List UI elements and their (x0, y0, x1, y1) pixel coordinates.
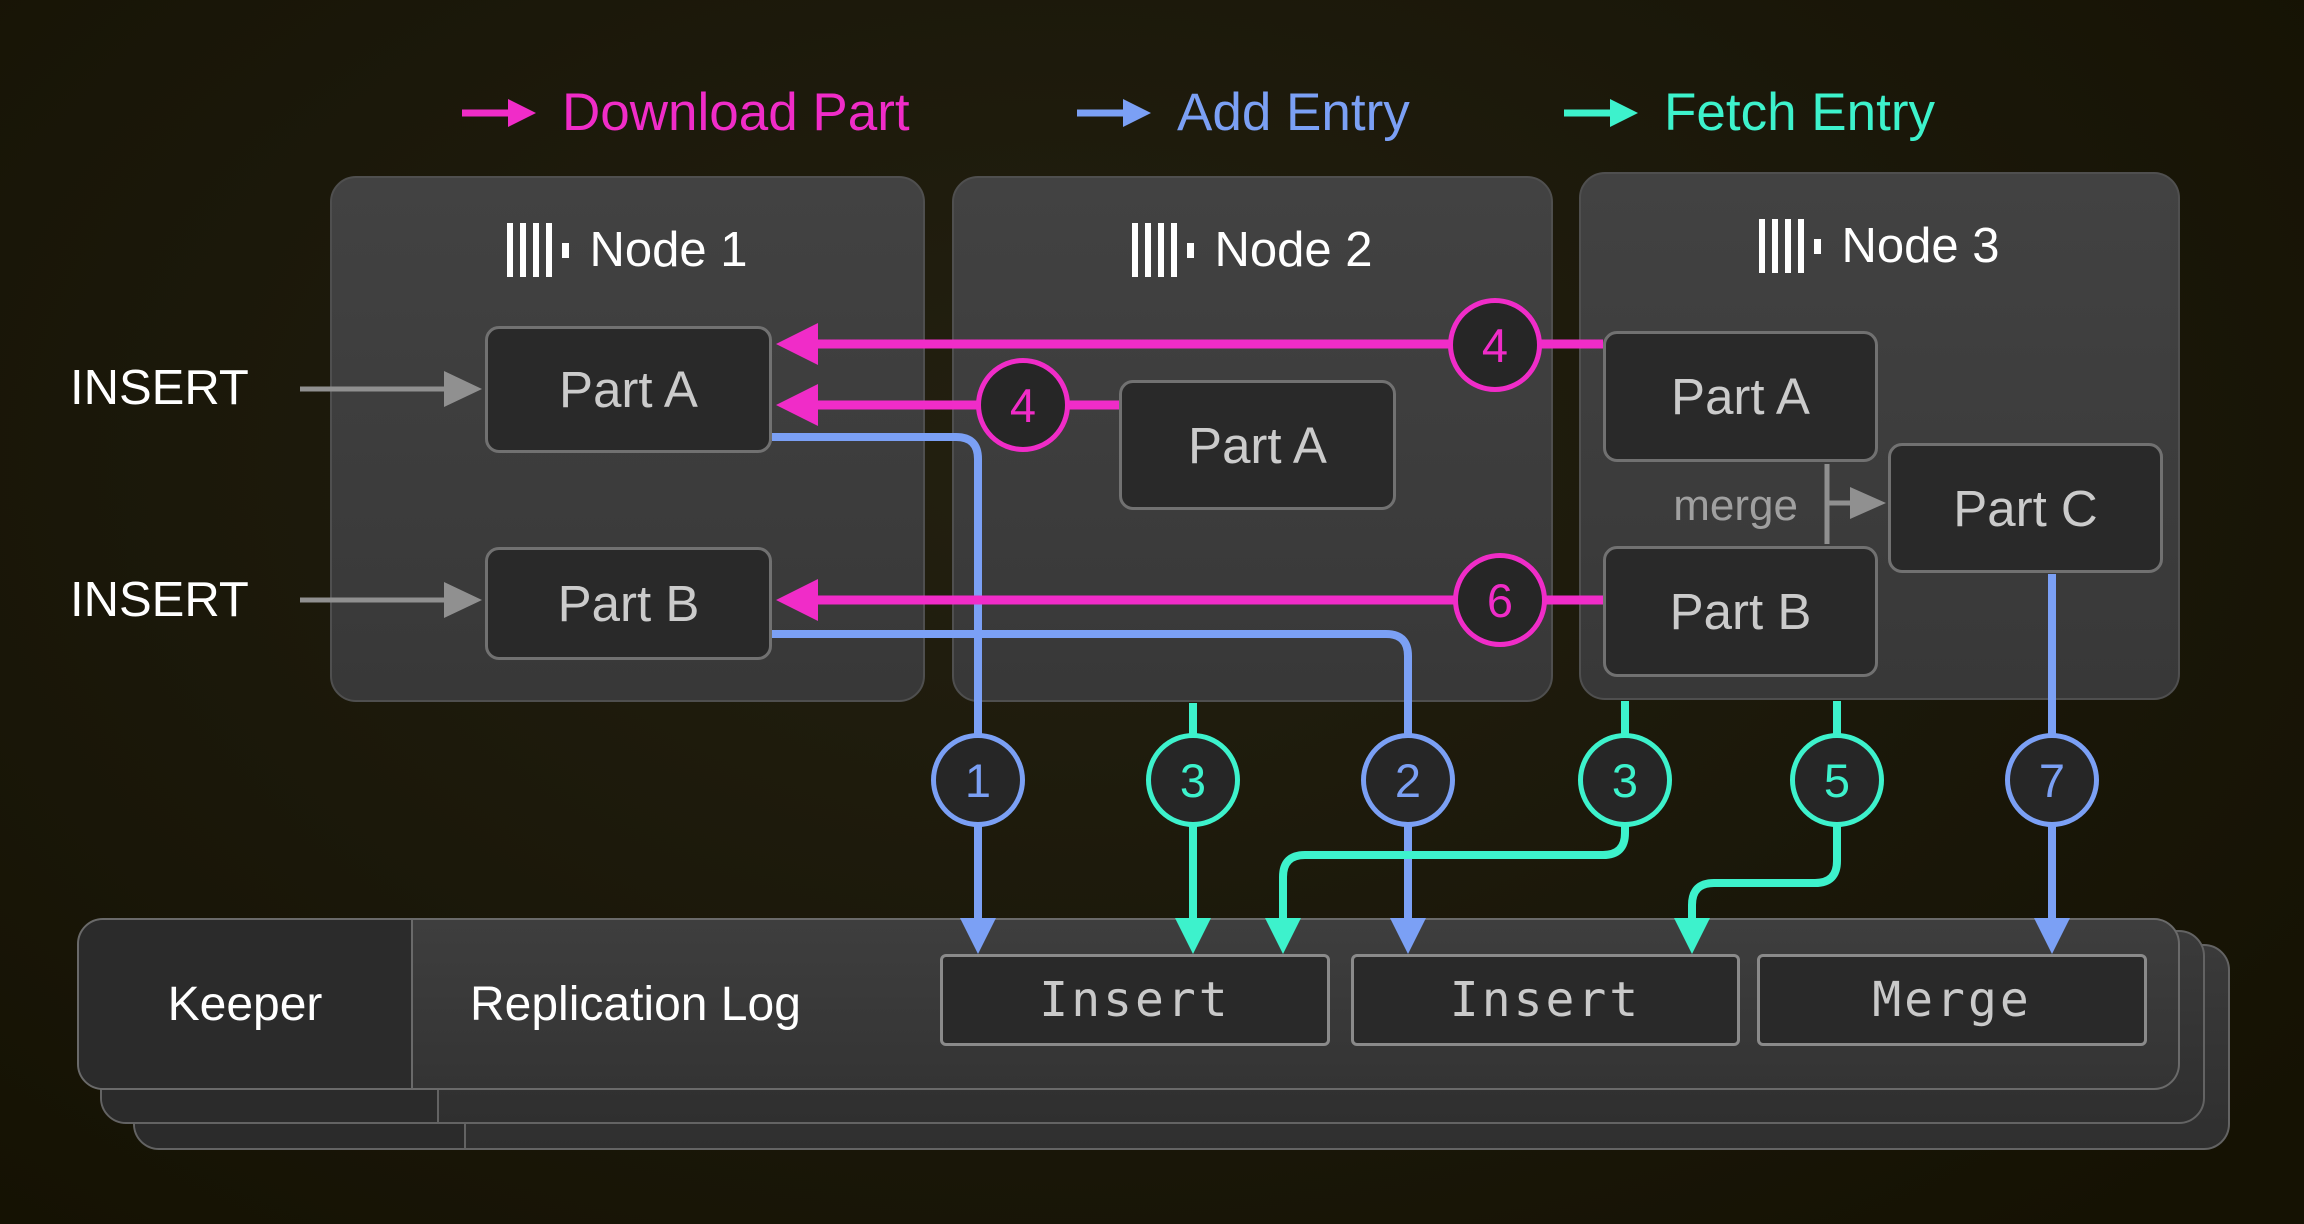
insert-label-1: INSERT (70, 360, 249, 416)
replication-log-title: Replication Log (470, 920, 801, 1088)
log-entry-merge: Merge (1757, 954, 2147, 1046)
step-badge-1: 1 (931, 733, 1025, 827)
step-badge-4-node2: 4 (976, 358, 1070, 452)
log-entry-merge-label: Merge (1872, 972, 2032, 1028)
legend-item-add-entry: Add Entry (1075, 82, 1410, 143)
replication-diagram: Download Part Add Entry Fetch Entry Node… (0, 0, 2304, 1224)
step-badge-7: 7 (2005, 733, 2099, 827)
keeper-box: Keeper (79, 920, 413, 1088)
step-badge-6: 6 (1453, 553, 1547, 647)
fetch-entry-arrow-icon (1562, 95, 1640, 131)
node3-part-a-label: Part A (1671, 367, 1810, 426)
node-3-header: Node 3 (1579, 218, 2180, 274)
legend-label-fetch-entry: Fetch Entry (1664, 82, 1935, 143)
log-entry-insert-1: Insert (940, 954, 1330, 1046)
log-entry-insert-1-label: Insert (1039, 972, 1230, 1028)
node1-part-a-label: Part A (559, 360, 698, 419)
fetch-entry-line-3-node3 (1283, 701, 1625, 918)
step-badge-3-node2: 3 (1146, 733, 1240, 827)
node2-part-a-box: Part A (1119, 380, 1396, 510)
step-badge-5: 5 (1790, 733, 1884, 827)
download-part-arrow-icon (460, 95, 538, 131)
log-entry-insert-2: Insert (1351, 954, 1740, 1046)
keeper-label: Keeper (168, 977, 323, 1032)
insert-label-2: INSERT (70, 572, 249, 628)
log-entry-insert-2-label: Insert (1450, 972, 1641, 1028)
node-2-header: Node 2 (952, 222, 1553, 278)
node3-part-b-box: Part B (1603, 546, 1878, 677)
step-badge-4-node3: 4 (1448, 298, 1542, 392)
clickhouse-bars-icon (507, 223, 569, 277)
step-badge-3-node3: 3 (1578, 733, 1672, 827)
node3-part-a-box: Part A (1603, 331, 1878, 462)
node1-part-a-box: Part A (485, 326, 772, 453)
node1-part-b-box: Part B (485, 547, 772, 660)
node1-part-b-label: Part B (558, 574, 700, 633)
legend-label-download-part: Download Part (562, 82, 910, 143)
node-3-title: Node 3 (1841, 218, 1999, 274)
clickhouse-bars-icon (1132, 223, 1194, 277)
add-entry-arrow-icon (1075, 95, 1153, 131)
clickhouse-bars-icon (1759, 219, 1821, 273)
node2-part-a-label: Part A (1188, 416, 1327, 475)
legend-item-fetch-entry: Fetch Entry (1562, 82, 1935, 143)
node3-part-b-label: Part B (1670, 582, 1812, 641)
step-badge-2: 2 (1361, 733, 1455, 827)
node3-part-c-box: Part C (1888, 443, 2163, 573)
node-1-header: Node 1 (330, 222, 925, 278)
node-1-title: Node 1 (589, 222, 747, 278)
legend-item-download-part: Download Part (460, 82, 910, 143)
node3-part-c-label: Part C (1953, 479, 2098, 538)
merge-label: merge (1638, 481, 1798, 531)
node-2-title: Node 2 (1214, 222, 1372, 278)
replication-log-bar: Keeper Replication Log Insert Insert Mer… (77, 918, 2180, 1090)
legend-label-add-entry: Add Entry (1177, 82, 1410, 143)
